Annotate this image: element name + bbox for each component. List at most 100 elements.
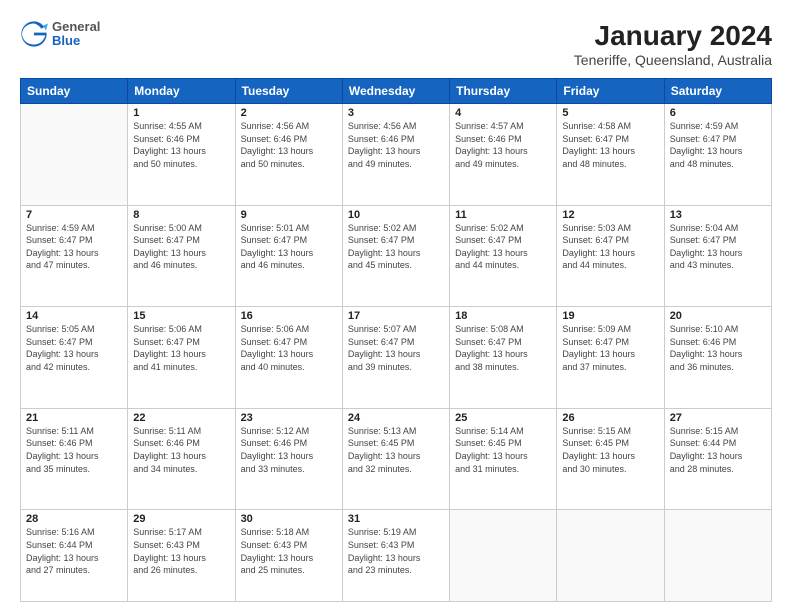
calendar-day-cell: 21Sunrise: 5:11 AM Sunset: 6:46 PM Dayli…	[21, 408, 128, 510]
day-number: 15	[133, 310, 229, 322]
calendar-day-cell: 16Sunrise: 5:06 AM Sunset: 6:47 PM Dayli…	[235, 307, 342, 409]
calendar-day-cell: 27Sunrise: 5:15 AM Sunset: 6:44 PM Dayli…	[664, 408, 771, 510]
day-info: Sunrise: 5:06 AM Sunset: 6:47 PM Dayligh…	[133, 323, 229, 373]
day-number: 1	[133, 107, 229, 119]
calendar-week-row: 7Sunrise: 4:59 AM Sunset: 6:47 PM Daylig…	[21, 205, 772, 307]
day-info: Sunrise: 5:07 AM Sunset: 6:47 PM Dayligh…	[348, 323, 444, 373]
calendar-day-cell: 28Sunrise: 5:16 AM Sunset: 6:44 PM Dayli…	[21, 510, 128, 602]
day-info: Sunrise: 5:10 AM Sunset: 6:46 PM Dayligh…	[670, 323, 766, 373]
calendar-week-row: 21Sunrise: 5:11 AM Sunset: 6:46 PM Dayli…	[21, 408, 772, 510]
day-number: 30	[241, 513, 337, 525]
day-info: Sunrise: 4:56 AM Sunset: 6:46 PM Dayligh…	[241, 120, 337, 170]
day-number: 23	[241, 412, 337, 424]
day-number: 9	[241, 209, 337, 221]
day-number: 14	[26, 310, 122, 322]
day-number: 26	[562, 412, 658, 424]
day-number: 29	[133, 513, 229, 525]
day-of-week-header: Tuesday	[235, 79, 342, 104]
day-info: Sunrise: 4:59 AM Sunset: 6:47 PM Dayligh…	[670, 120, 766, 170]
day-number: 18	[455, 310, 551, 322]
calendar-week-row: 1Sunrise: 4:55 AM Sunset: 6:46 PM Daylig…	[21, 104, 772, 206]
logo-text: General Blue	[52, 20, 100, 49]
logo-blue: Blue	[52, 34, 100, 48]
calendar-day-cell: 11Sunrise: 5:02 AM Sunset: 6:47 PM Dayli…	[450, 205, 557, 307]
logo: General Blue	[20, 20, 100, 49]
calendar-day-cell: 2Sunrise: 4:56 AM Sunset: 6:46 PM Daylig…	[235, 104, 342, 206]
day-info: Sunrise: 4:58 AM Sunset: 6:47 PM Dayligh…	[562, 120, 658, 170]
day-info: Sunrise: 5:05 AM Sunset: 6:47 PM Dayligh…	[26, 323, 122, 373]
calendar-day-cell: 19Sunrise: 5:09 AM Sunset: 6:47 PM Dayli…	[557, 307, 664, 409]
day-info: Sunrise: 5:04 AM Sunset: 6:47 PM Dayligh…	[670, 222, 766, 272]
day-number: 16	[241, 310, 337, 322]
calendar-week-row: 14Sunrise: 5:05 AM Sunset: 6:47 PM Dayli…	[21, 307, 772, 409]
day-number: 28	[26, 513, 122, 525]
day-info: Sunrise: 5:08 AM Sunset: 6:47 PM Dayligh…	[455, 323, 551, 373]
title-block: January 2024 Teneriffe, Queensland, Aust…	[574, 20, 772, 68]
calendar-day-cell: 17Sunrise: 5:07 AM Sunset: 6:47 PM Dayli…	[342, 307, 449, 409]
day-number: 10	[348, 209, 444, 221]
day-number: 11	[455, 209, 551, 221]
day-info: Sunrise: 5:00 AM Sunset: 6:47 PM Dayligh…	[133, 222, 229, 272]
main-title: January 2024	[574, 20, 772, 52]
day-info: Sunrise: 5:13 AM Sunset: 6:45 PM Dayligh…	[348, 425, 444, 475]
calendar-day-cell: 25Sunrise: 5:14 AM Sunset: 6:45 PM Dayli…	[450, 408, 557, 510]
day-info: Sunrise: 5:16 AM Sunset: 6:44 PM Dayligh…	[26, 526, 122, 576]
day-info: Sunrise: 4:59 AM Sunset: 6:47 PM Dayligh…	[26, 222, 122, 272]
day-number: 19	[562, 310, 658, 322]
day-of-week-header: Saturday	[664, 79, 771, 104]
calendar-day-cell: 22Sunrise: 5:11 AM Sunset: 6:46 PM Dayli…	[128, 408, 235, 510]
day-number: 8	[133, 209, 229, 221]
day-info: Sunrise: 5:11 AM Sunset: 6:46 PM Dayligh…	[26, 425, 122, 475]
day-number: 12	[562, 209, 658, 221]
calendar-day-cell: 24Sunrise: 5:13 AM Sunset: 6:45 PM Dayli…	[342, 408, 449, 510]
day-of-week-header: Wednesday	[342, 79, 449, 104]
day-of-week-header: Thursday	[450, 79, 557, 104]
calendar: SundayMondayTuesdayWednesdayThursdayFrid…	[20, 78, 772, 602]
calendar-day-cell: 1Sunrise: 4:55 AM Sunset: 6:46 PM Daylig…	[128, 104, 235, 206]
day-info: Sunrise: 5:01 AM Sunset: 6:47 PM Dayligh…	[241, 222, 337, 272]
calendar-day-cell: 18Sunrise: 5:08 AM Sunset: 6:47 PM Dayli…	[450, 307, 557, 409]
calendar-day-cell	[450, 510, 557, 602]
calendar-day-cell: 14Sunrise: 5:05 AM Sunset: 6:47 PM Dayli…	[21, 307, 128, 409]
calendar-day-cell: 6Sunrise: 4:59 AM Sunset: 6:47 PM Daylig…	[664, 104, 771, 206]
calendar-day-cell: 30Sunrise: 5:18 AM Sunset: 6:43 PM Dayli…	[235, 510, 342, 602]
calendar-day-cell: 8Sunrise: 5:00 AM Sunset: 6:47 PM Daylig…	[128, 205, 235, 307]
day-info: Sunrise: 5:14 AM Sunset: 6:45 PM Dayligh…	[455, 425, 551, 475]
header-row: SundayMondayTuesdayWednesdayThursdayFrid…	[21, 79, 772, 104]
calendar-day-cell: 9Sunrise: 5:01 AM Sunset: 6:47 PM Daylig…	[235, 205, 342, 307]
day-of-week-header: Friday	[557, 79, 664, 104]
day-number: 2	[241, 107, 337, 119]
calendar-day-cell: 31Sunrise: 5:19 AM Sunset: 6:43 PM Dayli…	[342, 510, 449, 602]
day-number: 27	[670, 412, 766, 424]
day-number: 7	[26, 209, 122, 221]
day-info: Sunrise: 5:15 AM Sunset: 6:44 PM Dayligh…	[670, 425, 766, 475]
day-info: Sunrise: 5:09 AM Sunset: 6:47 PM Dayligh…	[562, 323, 658, 373]
calendar-day-cell: 12Sunrise: 5:03 AM Sunset: 6:47 PM Dayli…	[557, 205, 664, 307]
day-of-week-header: Sunday	[21, 79, 128, 104]
day-info: Sunrise: 5:18 AM Sunset: 6:43 PM Dayligh…	[241, 526, 337, 576]
calendar-day-cell: 29Sunrise: 5:17 AM Sunset: 6:43 PM Dayli…	[128, 510, 235, 602]
day-number: 17	[348, 310, 444, 322]
day-number: 21	[26, 412, 122, 424]
day-of-week-header: Monday	[128, 79, 235, 104]
day-number: 24	[348, 412, 444, 424]
day-info: Sunrise: 5:19 AM Sunset: 6:43 PM Dayligh…	[348, 526, 444, 576]
calendar-day-cell	[21, 104, 128, 206]
calendar-day-cell: 20Sunrise: 5:10 AM Sunset: 6:46 PM Dayli…	[664, 307, 771, 409]
day-info: Sunrise: 5:12 AM Sunset: 6:46 PM Dayligh…	[241, 425, 337, 475]
day-number: 20	[670, 310, 766, 322]
calendar-week-row: 28Sunrise: 5:16 AM Sunset: 6:44 PM Dayli…	[21, 510, 772, 602]
day-info: Sunrise: 5:15 AM Sunset: 6:45 PM Dayligh…	[562, 425, 658, 475]
day-info: Sunrise: 4:56 AM Sunset: 6:46 PM Dayligh…	[348, 120, 444, 170]
day-info: Sunrise: 4:57 AM Sunset: 6:46 PM Dayligh…	[455, 120, 551, 170]
calendar-header: SundayMondayTuesdayWednesdayThursdayFrid…	[21, 79, 772, 104]
day-info: Sunrise: 5:11 AM Sunset: 6:46 PM Dayligh…	[133, 425, 229, 475]
day-number: 6	[670, 107, 766, 119]
day-info: Sunrise: 5:17 AM Sunset: 6:43 PM Dayligh…	[133, 526, 229, 576]
day-number: 25	[455, 412, 551, 424]
header: General Blue January 2024 Teneriffe, Que…	[20, 20, 772, 68]
day-number: 3	[348, 107, 444, 119]
day-number: 31	[348, 513, 444, 525]
calendar-day-cell	[664, 510, 771, 602]
calendar-day-cell: 4Sunrise: 4:57 AM Sunset: 6:46 PM Daylig…	[450, 104, 557, 206]
